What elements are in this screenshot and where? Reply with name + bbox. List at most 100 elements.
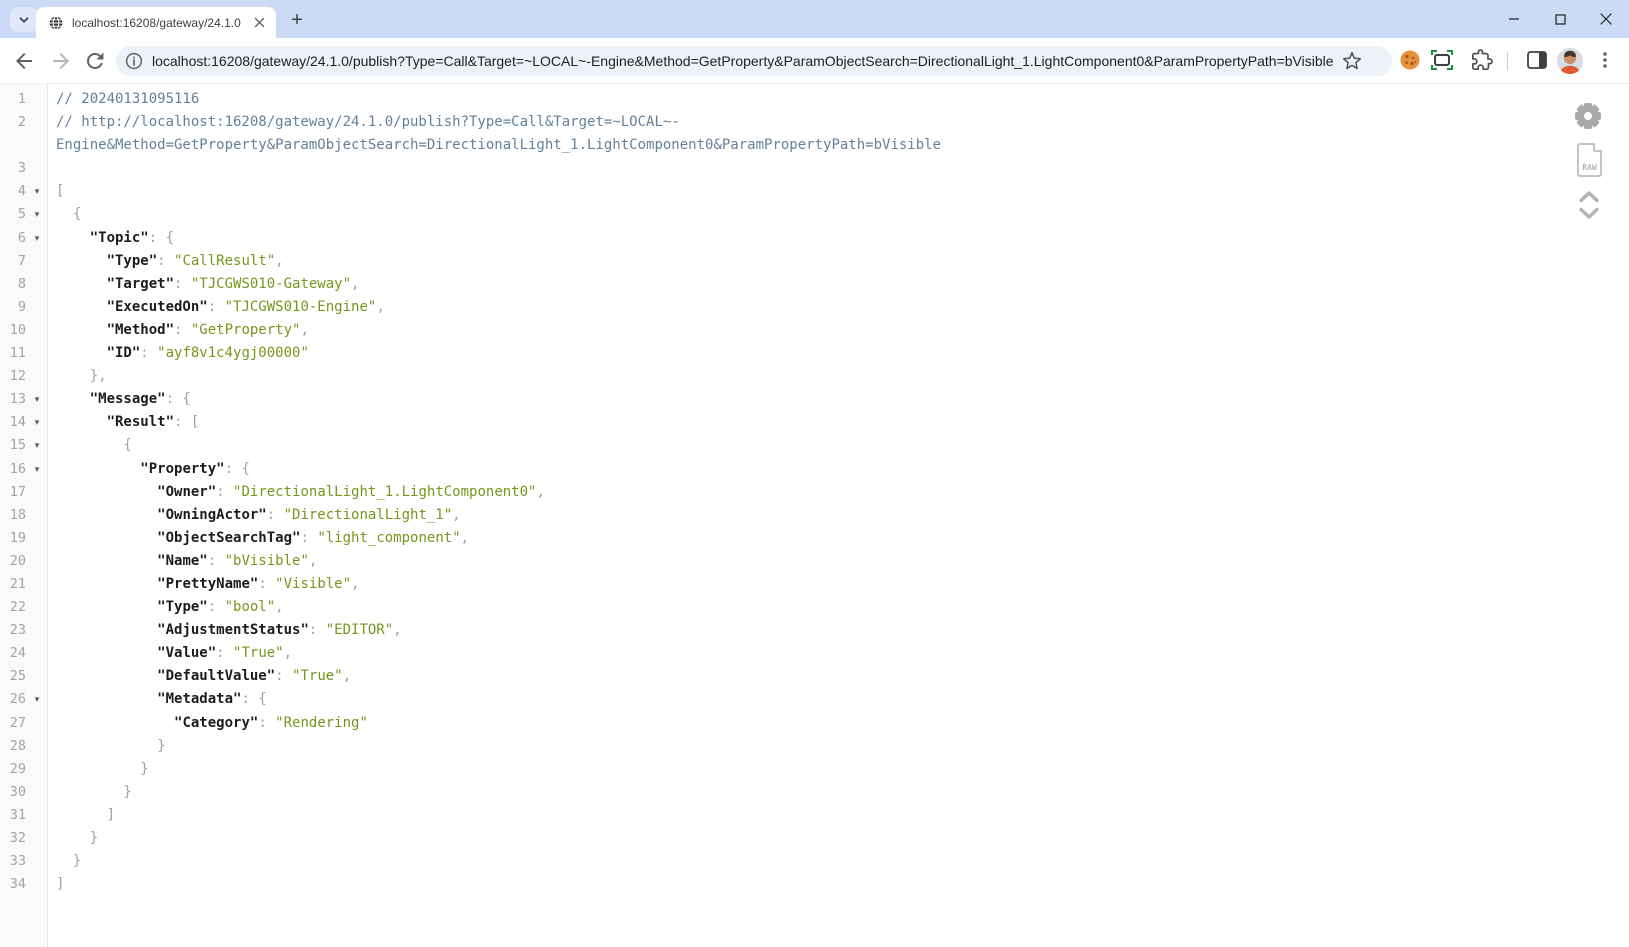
line-number: 23	[0, 619, 26, 642]
collapse-arrow-icon[interactable]: ▾	[26, 434, 48, 457]
code-line: 8 "Target": "TJCGWS010-Gateway",	[0, 273, 1629, 296]
line-number: 29	[0, 758, 26, 781]
code-line: 11 "ID": "ayf8v1c4ygj00000"	[0, 342, 1629, 365]
code-content: "Topic": {	[48, 227, 174, 250]
line-number: 15	[0, 434, 26, 457]
cookie-extension-icon[interactable]	[1399, 49, 1421, 76]
raw-view-button[interactable]: RAW	[1577, 143, 1602, 177]
profile-avatar[interactable]	[1557, 48, 1583, 79]
collapse-arrow-icon[interactable]: ▾	[26, 388, 48, 411]
code-content: }	[48, 758, 149, 781]
line-number: 24	[0, 642, 26, 665]
reload-icon	[83, 49, 107, 73]
new-tab-button[interactable]: +	[284, 7, 310, 33]
code-content: "Owner": "DirectionalLight_1.LightCompon…	[48, 481, 545, 504]
code-line: 14 ▾ "Result": [	[0, 411, 1629, 434]
code-content: {	[48, 434, 132, 457]
line-number: 21	[0, 573, 26, 596]
line-number: 6	[0, 227, 26, 250]
collapse-arrow-icon[interactable]: ▾	[26, 411, 48, 434]
line-number: 4	[0, 180, 26, 203]
code-line: 25 "DefaultValue": "True",	[0, 665, 1629, 688]
code-content: "ObjectSearchTag": "light_component",	[48, 527, 469, 550]
code-line: 6 ▾ "Topic": {	[0, 227, 1629, 250]
line-number: 34	[0, 873, 26, 896]
code-content: "Value": "True",	[48, 642, 292, 665]
code-lines: 1 // 20240131095116 2 // http://localhos…	[0, 84, 1629, 896]
line-number: 1	[0, 88, 26, 111]
line-number: 5	[0, 203, 26, 226]
tab-strip: localhost:16208/gateway/24.1.0 +	[0, 0, 1629, 38]
code-content: "Message": {	[48, 388, 191, 411]
line-number: 22	[0, 596, 26, 619]
browser-tab[interactable]: localhost:16208/gateway/24.1.0	[36, 7, 276, 38]
extensions-icon[interactable]	[1471, 49, 1493, 76]
line-number: 32	[0, 827, 26, 850]
code-line: 7 "Type": "CallResult",	[0, 250, 1629, 273]
scroll-down-chevron-icon[interactable]	[1578, 207, 1600, 225]
code-content: }	[48, 850, 81, 873]
url-bar[interactable]: localhost:16208/gateway/24.1.0/publish?T…	[116, 46, 1392, 76]
collapse-arrow-icon[interactable]: ▾	[26, 458, 48, 481]
code-content: "ID": "ayf8v1c4ygj00000"	[48, 342, 309, 365]
code-line: 26 ▾ "Metadata": {	[0, 688, 1629, 711]
code-line: 28 }	[0, 735, 1629, 758]
code-content: "Method": "GetProperty",	[48, 319, 309, 342]
line-number: 8	[0, 273, 26, 296]
collapse-arrow-icon[interactable]: ▾	[26, 203, 48, 226]
reload-button[interactable]	[83, 49, 107, 73]
back-icon	[12, 49, 36, 73]
menu-kebab-icon[interactable]	[1595, 49, 1615, 76]
line-number: 18	[0, 504, 26, 527]
browser-toolbar: localhost:16208/gateway/24.1.0/publish?T…	[0, 38, 1629, 84]
toolbar-separator	[1507, 52, 1508, 70]
tab-search-button[interactable]	[10, 7, 38, 32]
code-content: "Type": "bool",	[48, 596, 284, 619]
window-controls	[1491, 0, 1629, 38]
url-text[interactable]: localhost:16208/gateway/24.1.0/publish?T…	[152, 53, 1334, 69]
close-button[interactable]	[1583, 0, 1629, 38]
collapse-arrow-icon[interactable]: ▾	[26, 688, 48, 711]
code-line: 23 "AdjustmentStatus": "EDITOR",	[0, 619, 1629, 642]
line-number: 25	[0, 665, 26, 688]
code-content: "Name": "bVisible",	[48, 550, 317, 573]
line-number: 28	[0, 735, 26, 758]
code-content: "Property": {	[48, 458, 250, 481]
code-content: "DefaultValue": "True",	[48, 665, 351, 688]
side-panel-button[interactable]	[1527, 51, 1547, 74]
code-line: 15 ▾ {	[0, 434, 1629, 457]
collapse-arrow-icon[interactable]: ▾	[26, 180, 48, 203]
tab-close-icon[interactable]	[251, 14, 268, 31]
forward-icon	[49, 49, 73, 73]
line-number: 20	[0, 550, 26, 573]
code-line: 31 ]	[0, 804, 1629, 827]
chevron-down-icon	[18, 14, 30, 26]
code-line: 1 // 20240131095116	[0, 88, 1629, 111]
bookmark-star-icon[interactable]	[1342, 51, 1362, 71]
line-number: 10	[0, 319, 26, 342]
info-icon[interactable]	[125, 52, 143, 70]
code-line: 27 "Category": "Rendering"	[0, 712, 1629, 735]
code-content: ]	[48, 804, 115, 827]
scroll-up-chevron-icon[interactable]	[1578, 190, 1600, 208]
code-content: "Category": "Rendering"	[48, 712, 368, 735]
code-line: 24 "Value": "True",	[0, 642, 1629, 665]
code-line: 32 }	[0, 827, 1629, 850]
code-content: }	[48, 827, 98, 850]
line-number: 12	[0, 365, 26, 388]
maximize-button[interactable]	[1537, 0, 1583, 38]
line-number: 11	[0, 342, 26, 365]
back-button[interactable]	[12, 49, 36, 73]
line-number: 16	[0, 458, 26, 481]
minimize-button[interactable]	[1491, 0, 1537, 38]
line-number: 14	[0, 411, 26, 434]
settings-gear-icon[interactable]	[1574, 102, 1602, 130]
code-line: 16 ▾ "Property": {	[0, 458, 1629, 481]
minimize-icon	[1508, 13, 1520, 25]
line-number: 27	[0, 712, 26, 735]
screen-capture-extension-icon[interactable]	[1431, 50, 1453, 75]
collapse-arrow-icon[interactable]: ▾	[26, 227, 48, 250]
forward-button[interactable]	[49, 49, 73, 73]
code-line: 22 "Type": "bool",	[0, 596, 1629, 619]
line-number: 33	[0, 850, 26, 873]
